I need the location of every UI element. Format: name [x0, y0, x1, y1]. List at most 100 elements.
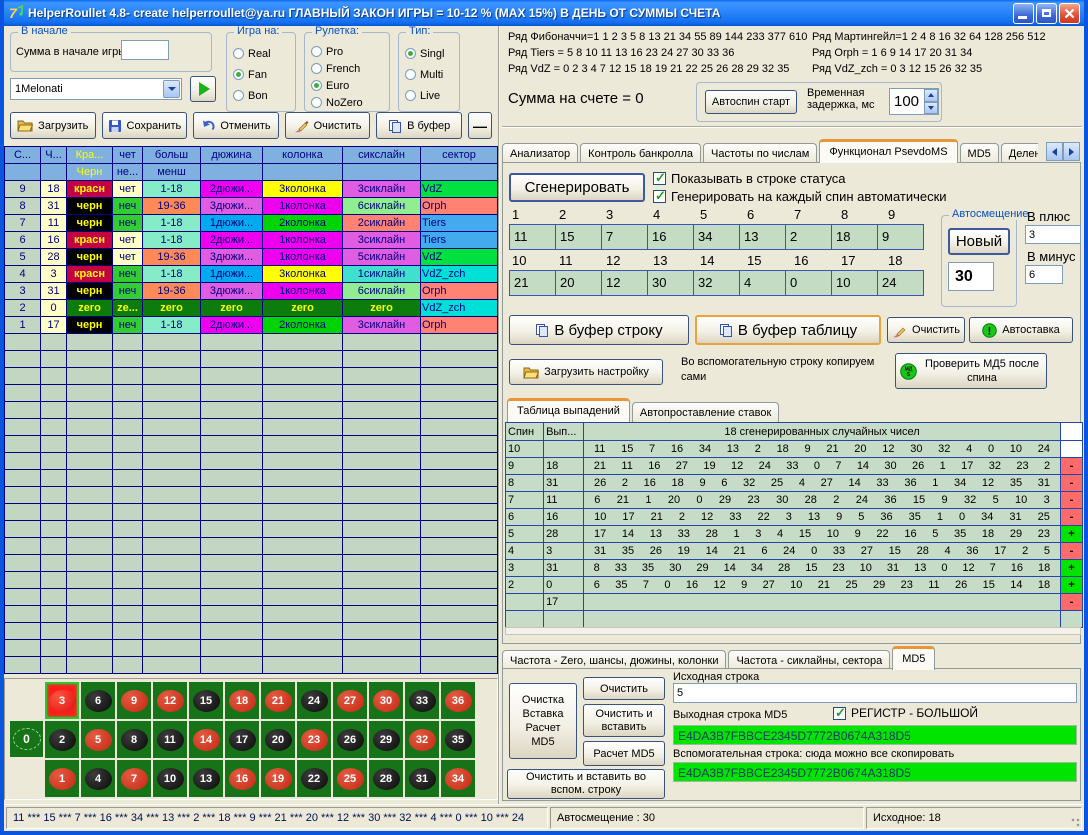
roulette-cell-28[interactable]: 28: [369, 760, 403, 797]
tab-main-3[interactable]: Частоты по числам: [703, 143, 817, 163]
new-button[interactable]: Новый: [948, 228, 1010, 255]
radio-option-fan[interactable]: Fan: [233, 64, 291, 85]
tab-freq-2[interactable]: Частота - сиклайны, сектора: [728, 650, 890, 670]
roulette-cell-35[interactable]: 35: [441, 721, 475, 758]
roulette-cell-15[interactable]: 15: [189, 682, 223, 719]
minus-input[interactable]: [1025, 265, 1063, 284]
copy-to-buffer-button[interactable]: В буфер: [376, 112, 462, 139]
roulette-cell-27[interactable]: 27: [333, 682, 367, 719]
roulette-cell-24[interactable]: 24: [297, 682, 331, 719]
tab-spins-1[interactable]: Таблица выпадений: [507, 398, 630, 422]
uppercase-checkbox[interactable]: РЕГИСТР - БОЛЬШОЙ: [833, 706, 978, 720]
md5-source-input[interactable]: [673, 683, 1077, 703]
roulette-cell-21[interactable]: 21: [261, 682, 295, 719]
radio-option-multi[interactable]: Multi: [405, 64, 455, 85]
start-sum-input[interactable]: [121, 40, 169, 60]
minimize-button[interactable]: [1013, 3, 1034, 24]
roulette-cell-26[interactable]: 26: [333, 721, 367, 758]
roulette-cell-6[interactable]: 6: [81, 682, 115, 719]
history-empty-row: [5, 402, 498, 419]
tab-freq-1[interactable]: Частота - Zero, шансы, дюжины, колонки: [502, 650, 726, 670]
roulette-cell-19[interactable]: 19: [261, 760, 295, 797]
md5-big-button[interactable]: Очистка Вставка Расчет MD5: [509, 683, 577, 759]
tab-main-5[interactable]: MD5: [960, 143, 999, 163]
roulette-cell-34[interactable]: 34: [441, 760, 475, 797]
undo-button[interactable]: Отменить: [193, 112, 279, 139]
autobet-button[interactable]: ! Автоставка: [969, 317, 1073, 343]
md5-clear-button[interactable]: Очистить: [583, 677, 665, 700]
roulette-cell-13[interactable]: 13: [189, 760, 223, 797]
play-button[interactable]: [190, 76, 216, 102]
radio-option-pro[interactable]: Pro: [311, 43, 385, 60]
plus-input[interactable]: [1025, 225, 1081, 244]
roulette-cell-10[interactable]: 10: [153, 760, 187, 797]
roulette-cell-7[interactable]: 7: [117, 760, 151, 797]
roulette-cell-29[interactable]: 29: [369, 721, 403, 758]
history-empty-cell: [67, 436, 113, 453]
tab-scroll-left-icon[interactable]: [1046, 142, 1063, 161]
roulette-cell-18[interactable]: 18: [225, 682, 259, 719]
radio-option-live[interactable]: Live: [405, 85, 455, 106]
spinner-down-icon[interactable]: [924, 102, 938, 115]
profile-combo[interactable]: 1Melonati: [10, 78, 182, 100]
roulette-cell-30[interactable]: 30: [369, 682, 403, 719]
roulette-cell-14[interactable]: 14: [189, 721, 223, 758]
roulette-cell-20[interactable]: 20: [261, 721, 295, 758]
roulette-cell-17[interactable]: 17: [225, 721, 259, 758]
roulette-cell-1[interactable]: 1: [45, 760, 79, 797]
clear-generated-button[interactable]: Очистить: [887, 317, 965, 343]
history-header-row: С...Ч...Кра...четбольшдюжинаколонкасиксл…: [5, 147, 498, 164]
tab-main-4[interactable]: Функционал PsevdoMS: [819, 139, 957, 163]
md5-calc-button[interactable]: Расчет MD5: [583, 741, 665, 766]
roulette-cell-25[interactable]: 25: [333, 760, 367, 797]
copy-table-button[interactable]: В буфер таблицу: [695, 315, 881, 345]
roulette-cell-16[interactable]: 16: [225, 760, 259, 797]
roulette-cell-22[interactable]: 22: [297, 760, 331, 797]
tab-main-1[interactable]: Анализатор: [502, 143, 578, 163]
copy-row-button[interactable]: В буфер строку: [509, 315, 689, 345]
radio-option-real[interactable]: Real: [233, 43, 291, 64]
roulette-cell-8[interactable]: 8: [117, 721, 151, 758]
radio-option-euro[interactable]: Euro: [311, 77, 385, 94]
md5-clear-insert-aux-button[interactable]: Очистить и вставить во вспом. строку: [507, 769, 665, 799]
roulette-cell-12[interactable]: 12: [153, 682, 187, 719]
roulette-cell-32[interactable]: 32: [405, 721, 439, 758]
generate-button[interactable]: Сгенерировать: [509, 173, 645, 202]
radio-option-nozero[interactable]: NoZero: [311, 94, 385, 111]
spinner-up-icon[interactable]: [924, 89, 938, 102]
load-settings-button[interactable]: Загрузить настройку: [509, 359, 663, 385]
autospin-start-button[interactable]: Автоспин старт: [705, 90, 797, 114]
save-button[interactable]: Сохранить: [102, 112, 188, 139]
roulette-cell-5[interactable]: 5: [81, 721, 115, 758]
tab-freq-3[interactable]: MD5: [892, 646, 935, 670]
tab-scroll-right-icon[interactable]: [1063, 142, 1080, 161]
tab-main-2[interactable]: Контроль банкролла: [580, 143, 701, 163]
radio-option-bon[interactable]: Bon: [233, 85, 291, 106]
check-md5-button[interactable]: МД5 Проверить МД5 после спина: [895, 353, 1047, 389]
maximize-button[interactable]: [1036, 3, 1057, 24]
close-button[interactable]: [1059, 3, 1080, 24]
collapse-button[interactable]: —: [468, 112, 492, 139]
resize-grip-icon[interactable]: [1070, 817, 1082, 829]
roulette-cell-23[interactable]: 23: [297, 721, 331, 758]
tab-main-6[interactable]: Деление кол: [1001, 143, 1038, 163]
roulette-cell-0[interactable]: 0: [10, 721, 43, 757]
combo-dropdown-icon[interactable]: [163, 80, 180, 98]
clear-button[interactable]: Очистить: [285, 112, 371, 139]
horizontal-scrollbar[interactable]: [505, 627, 1081, 635]
load-button[interactable]: Загрузить: [10, 112, 96, 139]
roulette-cell-36[interactable]: 36: [441, 682, 475, 719]
md5-clear-insert-button[interactable]: Очистить и вставить: [583, 704, 665, 737]
roulette-cell-2[interactable]: 2: [45, 721, 79, 758]
roulette-cell-31[interactable]: 31: [405, 760, 439, 797]
roulette-cell-33[interactable]: 33: [405, 682, 439, 719]
radio-option-singl[interactable]: Singl: [405, 43, 455, 64]
roulette-cell-9[interactable]: 9: [117, 682, 151, 719]
radio-option-french[interactable]: French: [311, 60, 385, 77]
roulette-cell-11[interactable]: 11: [153, 721, 187, 758]
roulette-cell-4[interactable]: 4: [81, 760, 115, 797]
roulette-cell-3[interactable]: 3: [45, 682, 79, 719]
tab-spins-2[interactable]: Автопроставление ставок: [632, 402, 779, 422]
checkbox-show-status[interactable]: Показывать в строке статуса: [653, 171, 846, 186]
checkbox-autogenerate[interactable]: Генерировать на каждый спин автоматическ…: [653, 189, 947, 204]
